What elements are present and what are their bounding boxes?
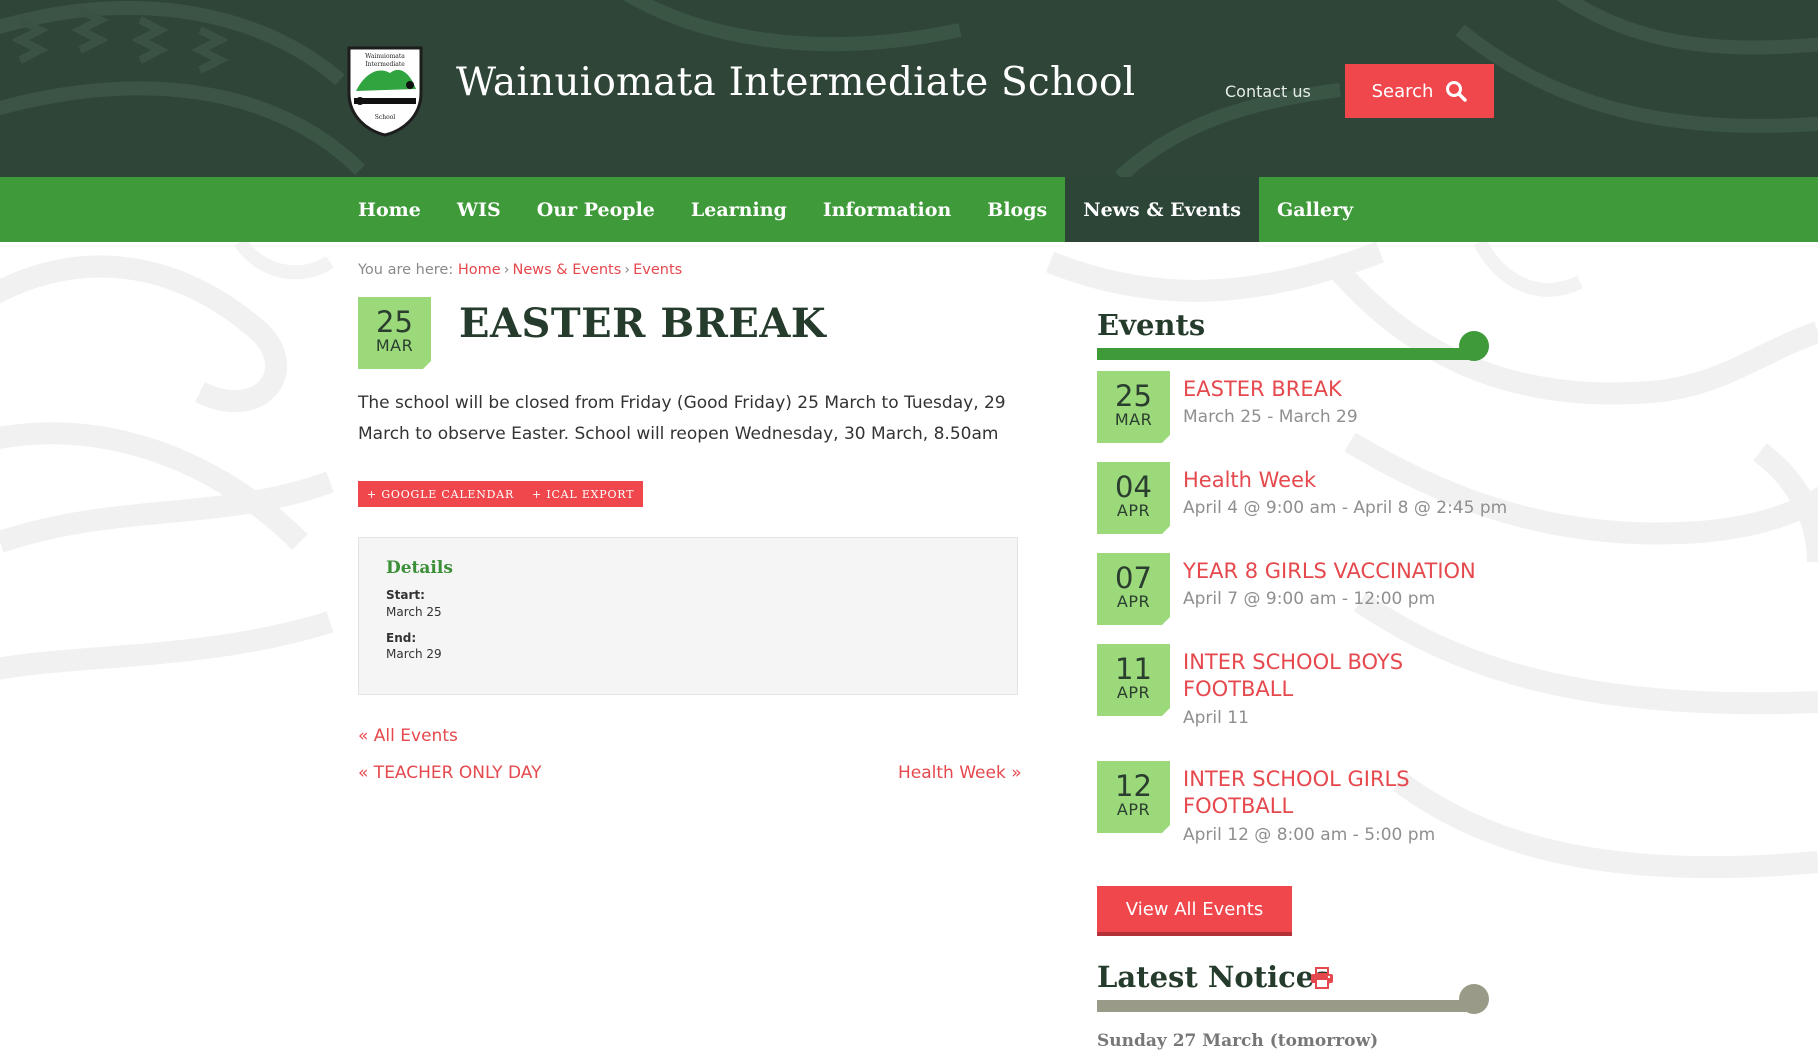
sidebar-event-day: 25 bbox=[1115, 379, 1152, 413]
nav-item-home[interactable]: Home bbox=[340, 177, 439, 242]
events-heading-knob bbox=[1459, 331, 1489, 361]
svg-text:Wainuiomata: Wainuiomata bbox=[365, 53, 405, 60]
sidebar-event-time: April 12 @ 8:00 am - 5:00 pm bbox=[1183, 825, 1436, 845]
school-logo[interactable]: Wainuiomata Intermediate School bbox=[346, 45, 424, 137]
sidebar-event-month: APR bbox=[1116, 592, 1151, 611]
events-heading: Events bbox=[1097, 308, 1206, 342]
previous-event-link[interactable]: « TEACHER ONLY DAY bbox=[358, 763, 541, 783]
start-label: Start: bbox=[386, 588, 425, 602]
magnifier-icon bbox=[1446, 81, 1468, 102]
nav-item-blogs[interactable]: Blogs bbox=[969, 177, 1065, 242]
sidebar-event-time: April 7 @ 9:00 am - 12:00 pm bbox=[1183, 589, 1436, 609]
breadcrumb-events[interactable]: Events bbox=[633, 262, 682, 278]
site-title[interactable]: Wainuiomata Intermediate School bbox=[456, 60, 1135, 105]
event-details: Details Start: March 25 End: March 29 bbox=[358, 537, 1018, 695]
svg-text:Intermediate: Intermediate bbox=[365, 61, 405, 68]
breadcrumb-separator: › bbox=[624, 262, 631, 278]
sidebar-event-day: 11 bbox=[1115, 652, 1152, 686]
contact-us-link[interactable]: Contact us bbox=[1225, 82, 1311, 101]
main-nav: Home WIS Our People Learning Information… bbox=[0, 177, 1818, 242]
breadcrumb-separator: › bbox=[503, 262, 510, 278]
breadcrumb-news-events[interactable]: News & Events bbox=[512, 262, 621, 278]
search-button[interactable]: Search bbox=[1345, 64, 1494, 118]
nav-item-learning[interactable]: Learning bbox=[673, 177, 805, 242]
printer-icon[interactable] bbox=[1310, 967, 1334, 989]
notices-heading-bar bbox=[1097, 1000, 1477, 1012]
sidebar-event-title[interactable]: EASTER BREAK bbox=[1183, 376, 1503, 403]
search-button-label: Search bbox=[1371, 80, 1434, 102]
end-label: End: bbox=[386, 631, 417, 645]
notices-heading-knob bbox=[1459, 984, 1489, 1014]
breadcrumb: You are here: Home › News & Events › Events bbox=[358, 262, 682, 278]
sidebar-event-title[interactable]: INTER SCHOOL BOYS FOOTBALL bbox=[1183, 649, 1503, 703]
latest-notices-heading: Latest Notices bbox=[1097, 960, 1331, 994]
sidebar-event-day: 07 bbox=[1115, 561, 1152, 595]
start-value: March 25 bbox=[386, 605, 442, 619]
nav-item-information[interactable]: Information bbox=[805, 177, 969, 242]
sidebar-event-date-tile: 07 APR bbox=[1097, 553, 1170, 625]
event-day: 25 bbox=[376, 305, 413, 339]
breadcrumb-prefix: You are here: bbox=[358, 262, 454, 278]
breadcrumb-home[interactable]: Home bbox=[458, 262, 501, 278]
sidebar-event-time: April 4 @ 9:00 am - April 8 @ 2:45 pm bbox=[1183, 498, 1508, 518]
notice-date: Sunday 27 March (tomorrow) bbox=[1097, 1031, 1379, 1051]
sidebar-event-month: APR bbox=[1116, 800, 1151, 819]
sidebar-event-title[interactable]: Health Week bbox=[1183, 467, 1503, 494]
sidebar-event-month: APR bbox=[1116, 501, 1151, 520]
sidebar-event-day: 12 bbox=[1115, 769, 1152, 803]
sidebar-event-title[interactable]: YEAR 8 GIRLS VACCINATION bbox=[1183, 558, 1503, 585]
sidebar-event-time: April 11 bbox=[1183, 708, 1249, 728]
event-month: MAR bbox=[375, 336, 414, 355]
view-all-events-button[interactable]: View All Events bbox=[1097, 886, 1292, 936]
event-description: The school will be closed from Friday (G… bbox=[358, 393, 1006, 444]
nav-item-gallery[interactable]: Gallery bbox=[1259, 177, 1371, 242]
nav-item-wis[interactable]: WIS bbox=[439, 177, 519, 242]
ical-export-button[interactable]: + ICAL EXPORT bbox=[523, 481, 644, 507]
events-heading-bar bbox=[1097, 348, 1477, 360]
site-header: Wainuiomata Intermediate School Wainuiom… bbox=[0, 0, 1818, 177]
next-event-link[interactable]: Health Week » bbox=[898, 763, 1022, 783]
event-date-tile: 25 MAR bbox=[358, 297, 431, 369]
google-calendar-button[interactable]: + GOOGLE CALENDAR bbox=[358, 481, 524, 507]
event-title: EASTER BREAK bbox=[459, 300, 827, 347]
all-events-link[interactable]: « All Events bbox=[358, 726, 458, 746]
sidebar-event-title[interactable]: INTER SCHOOL GIRLS FOOTBALL bbox=[1183, 766, 1503, 820]
nav-item-news-events[interactable]: News & Events bbox=[1065, 177, 1260, 242]
sidebar-event-month: MAR bbox=[1114, 410, 1153, 429]
sidebar-event-day: 04 bbox=[1115, 470, 1152, 504]
sidebar-event-date-tile: 04 APR bbox=[1097, 462, 1170, 534]
sidebar-event-date-tile: 25 MAR bbox=[1097, 371, 1170, 443]
sidebar-event-date-tile: 12 APR bbox=[1097, 761, 1170, 833]
details-heading: Details bbox=[386, 558, 453, 578]
nav-item-our-people[interactable]: Our People bbox=[519, 177, 673, 242]
end-value: March 29 bbox=[386, 647, 442, 661]
sidebar-event-month: APR bbox=[1116, 683, 1151, 702]
sidebar-event-date-tile: 11 APR bbox=[1097, 644, 1170, 716]
sidebar-event-time: March 25 - March 29 bbox=[1183, 407, 1358, 427]
svg-text:School: School bbox=[375, 114, 396, 121]
